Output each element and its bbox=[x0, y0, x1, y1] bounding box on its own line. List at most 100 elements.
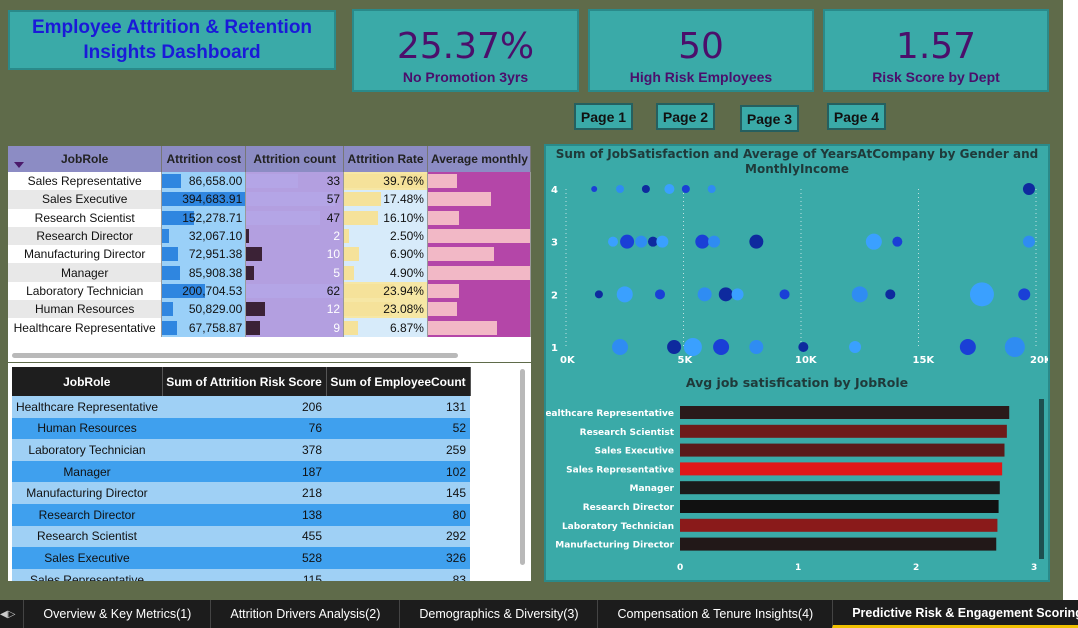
employee-count-cell: 145 bbox=[326, 482, 470, 504]
y-tick-label: 2 bbox=[551, 290, 558, 301]
page-1-button[interactable]: Page 1 bbox=[574, 103, 633, 130]
column-header-employee-count[interactable]: Sum of EmployeeCount bbox=[326, 367, 471, 396]
bar[interactable] bbox=[680, 462, 1003, 476]
scatter-point[interactable] bbox=[683, 338, 702, 356]
scatter-point[interactable] bbox=[664, 184, 675, 194]
title-line-1: Employee Attrition & Retention bbox=[31, 17, 313, 38]
scatter-point[interactable] bbox=[969, 282, 994, 307]
table-row[interactable]: Research Director 32,067.10 2 2.50% bbox=[8, 226, 531, 246]
table-row[interactable]: Human Resources 50,829.00 12 23.08% bbox=[8, 300, 531, 319]
bar[interactable] bbox=[680, 424, 1007, 438]
scatter-point[interactable] bbox=[849, 341, 862, 353]
table-row[interactable]: Sales Representative 86,658.00 33 39.76% bbox=[8, 172, 531, 191]
column-header-attrition-count[interactable]: Attrition count bbox=[245, 146, 345, 172]
table-row[interactable]: Human Resources 76 52 bbox=[12, 417, 470, 440]
scatter-chart[interactable]: 1 2 3 4 0K 5K 10K 15K 20K bbox=[546, 176, 1048, 396]
table-row[interactable]: Research Director 138 80 bbox=[12, 503, 470, 526]
employee-count-cell: 83 bbox=[326, 568, 470, 581]
scatter-point[interactable] bbox=[718, 287, 733, 302]
page-3-button[interactable]: Page 3 bbox=[740, 105, 799, 132]
scatter-point[interactable] bbox=[1018, 288, 1031, 301]
table-row[interactable]: Manager 85,908.38 5 4.90% bbox=[8, 263, 531, 282]
horizontal-scrollbar[interactable] bbox=[12, 353, 458, 358]
scatter-point[interactable] bbox=[656, 235, 669, 248]
scatter-point[interactable] bbox=[1022, 235, 1035, 248]
scatter-point[interactable] bbox=[655, 289, 665, 300]
column-header-jobrole[interactable]: JobRole bbox=[12, 367, 163, 396]
scatter-point[interactable] bbox=[892, 236, 903, 247]
scatter-point[interactable] bbox=[697, 287, 712, 302]
x-tick-label: 2 bbox=[913, 563, 919, 573]
tab-scroll-right-icon[interactable]: ▷ bbox=[8, 609, 16, 620]
employee-count-cell: 326 bbox=[326, 547, 470, 569]
table-row[interactable]: Manufacturing Director 218 145 bbox=[12, 482, 470, 504]
x-tick-label: 20K bbox=[1030, 355, 1048, 366]
scatter-point[interactable] bbox=[885, 289, 896, 300]
tab-page-4[interactable]: Compensation & Tenure Insights(4) bbox=[597, 600, 832, 628]
scatter-point[interactable] bbox=[616, 286, 633, 303]
scatter-point[interactable] bbox=[798, 342, 809, 352]
table-row[interactable]: Manufacturing Director 72,951.38 10 6.90% bbox=[8, 245, 531, 264]
tab-page-3[interactable]: Demographics & Diversity(3) bbox=[399, 600, 597, 628]
scatter-point[interactable] bbox=[620, 234, 635, 249]
scatter-point[interactable] bbox=[594, 290, 603, 299]
scatter-point[interactable] bbox=[616, 185, 625, 193]
column-header-average-monthly[interactable]: Average monthly bbox=[427, 146, 531, 172]
table-row[interactable]: Sales Executive 394,683.91 57 17.48% bbox=[8, 190, 531, 209]
table-row[interactable]: Manager 187 102 bbox=[12, 460, 470, 483]
table-row[interactable]: Research Scientist 152,278.71 47 16.10% bbox=[8, 208, 531, 227]
scatter-point[interactable] bbox=[865, 233, 882, 250]
sort-descending-icon[interactable] bbox=[14, 162, 24, 168]
tab-scroll-left-icon[interactable]: ◀ bbox=[0, 609, 8, 620]
scatter-point[interactable] bbox=[1004, 337, 1025, 357]
column-header-jobrole[interactable]: JobRole bbox=[8, 146, 163, 172]
scatter-point[interactable] bbox=[591, 186, 598, 192]
table-row[interactable]: Sales Executive 528 326 bbox=[12, 547, 470, 569]
scatter-point[interactable] bbox=[695, 234, 710, 249]
scatter-point[interactable] bbox=[667, 340, 682, 354]
tab-page-1[interactable]: Overview & Key Metrics(1) bbox=[23, 600, 210, 628]
column-header-attrition-cost[interactable]: Attrition cost bbox=[161, 146, 247, 172]
scatter-point[interactable] bbox=[707, 185, 716, 193]
tab-page-2[interactable]: Attrition Drivers Analysis(2) bbox=[210, 600, 399, 628]
bar[interactable] bbox=[680, 537, 997, 551]
vertical-scrollbar[interactable] bbox=[1039, 399, 1044, 559]
table-row[interactable]: Laboratory Technician 200,704.53 62 23.94% bbox=[8, 281, 531, 301]
attrition-cost-cell: 50,829.00 bbox=[161, 300, 247, 319]
scatter-point[interactable] bbox=[1022, 183, 1035, 195]
scatter-point[interactable] bbox=[641, 185, 650, 193]
table-row[interactable]: Laboratory Technician 378 259 bbox=[12, 439, 470, 461]
scatter-point[interactable] bbox=[749, 234, 764, 249]
scatter-point[interactable] bbox=[731, 288, 744, 301]
bar[interactable] bbox=[680, 443, 1005, 457]
page-4-button[interactable]: Page 4 bbox=[827, 103, 886, 130]
column-header-attrition-rate[interactable]: Attrition Rate bbox=[343, 146, 428, 172]
scatter-point[interactable] bbox=[749, 340, 764, 354]
tab-page-5[interactable]: Predictive Risk & Engagement Scoring(5) bbox=[832, 600, 1078, 628]
average-monthly-cell bbox=[427, 300, 531, 319]
table-row[interactable]: Research Scientist 455 292 bbox=[12, 525, 470, 548]
vertical-scrollbar[interactable] bbox=[520, 369, 525, 565]
kpi-label: High Risk Employees bbox=[629, 69, 773, 85]
table-row[interactable]: Sales Representative 115 83 bbox=[12, 568, 470, 581]
column-header-risk-score[interactable]: Sum of Attrition Risk Score bbox=[162, 367, 327, 396]
bar[interactable] bbox=[680, 500, 999, 513]
bar-chart[interactable]: Healthcare Representative Research Scient… bbox=[546, 394, 1048, 584]
bar[interactable] bbox=[680, 481, 1000, 495]
scatter-point[interactable] bbox=[779, 289, 790, 300]
scatter-point[interactable] bbox=[708, 235, 721, 248]
scatter-point[interactable] bbox=[681, 185, 690, 193]
page-2-button[interactable]: Page 2 bbox=[656, 103, 715, 130]
scatter-point[interactable] bbox=[612, 339, 629, 355]
attrition-count-cell: 10 bbox=[245, 245, 345, 264]
bar[interactable] bbox=[680, 406, 1010, 419]
scatter-point[interactable] bbox=[608, 236, 618, 247]
jobrole-cell: Healthcare Representative bbox=[12, 396, 162, 418]
bar[interactable] bbox=[680, 518, 998, 532]
scatter-point[interactable] bbox=[713, 339, 730, 355]
scatter-point[interactable] bbox=[959, 339, 976, 355]
scatter-point[interactable] bbox=[635, 235, 648, 248]
scatter-point[interactable] bbox=[851, 286, 868, 303]
table-row[interactable]: Healthcare Representative 67,758.87 9 6.87% bbox=[8, 318, 531, 337]
table-row[interactable]: Healthcare Representative 206 131 bbox=[12, 396, 470, 418]
